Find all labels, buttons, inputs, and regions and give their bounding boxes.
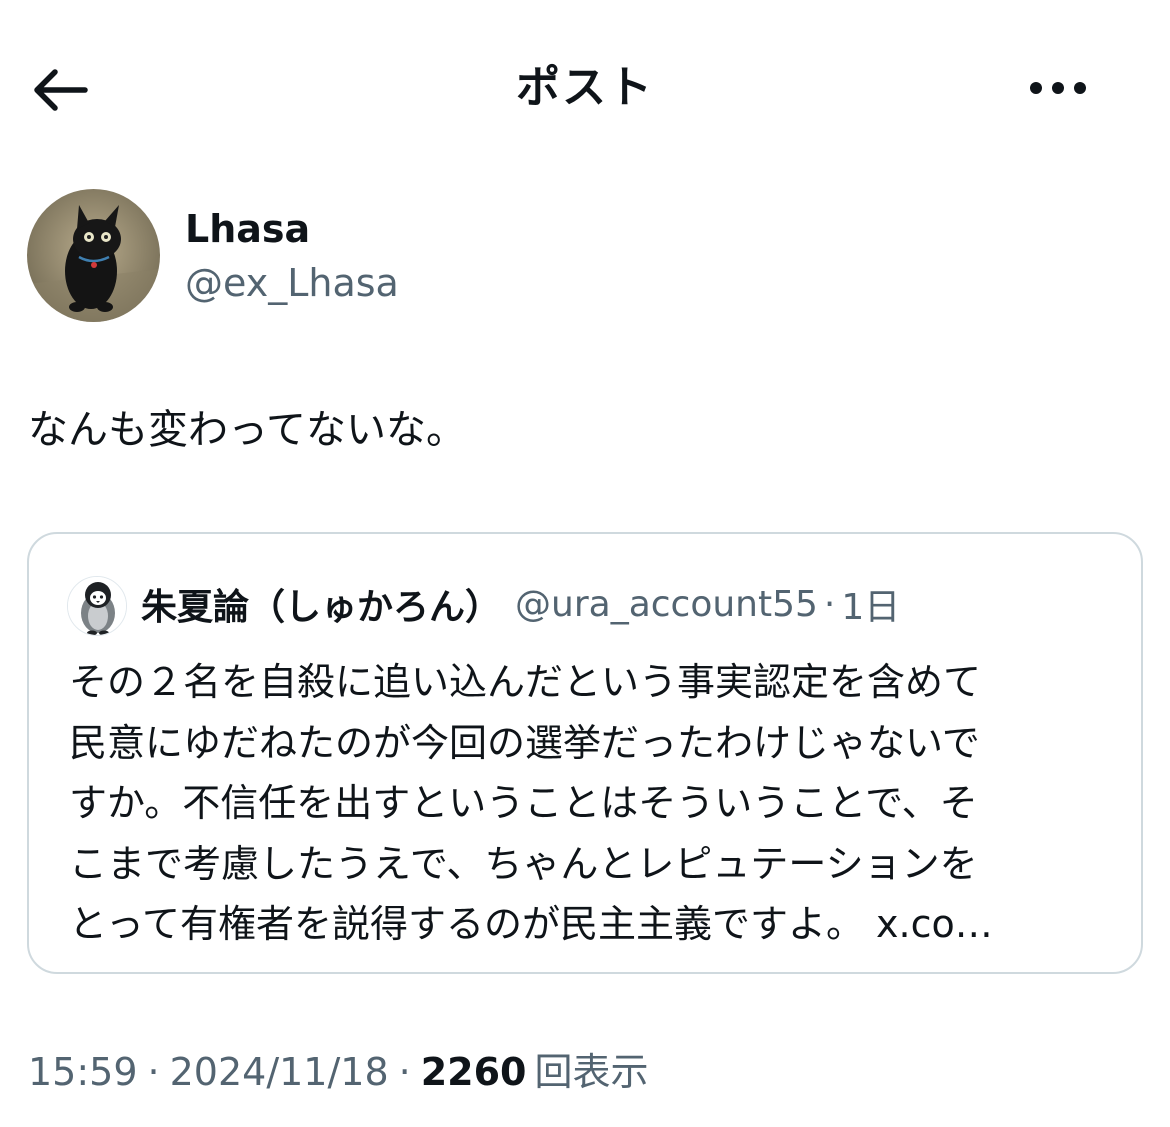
- quoted-text-line: 民意にゆだねたのが今回の選挙だったわけじゃないで: [69, 720, 980, 765]
- quoted-post-text: その２名を自殺に追い込んだという事実認定を含めて 民意にゆだねたのが今回の選挙だ…: [69, 652, 1109, 955]
- quoted-text-line: その２名を自殺に追い込んだという事実認定を含めて: [69, 660, 982, 704]
- post-date[interactable]: 2024/11/18: [170, 1046, 389, 1098]
- author-avatar[interactable]: [27, 189, 160, 322]
- post-time[interactable]: 15:59: [28, 1046, 138, 1098]
- author-name[interactable]: Lhasa: [185, 203, 310, 255]
- author-handle[interactable]: @ex_Lhasa: [185, 257, 399, 309]
- dot-separator: ·: [823, 583, 836, 625]
- quoted-text-line: すか。不信任を出すということはそういうことで、そ: [69, 781, 978, 825]
- view-count-label[interactable]: 回表示: [535, 1046, 649, 1098]
- page-title: ポスト: [516, 62, 654, 113]
- quoted-post[interactable]: 朱夏論（しゅかろん） @ura_account55 · 1日 その２名を自殺に追…: [27, 532, 1143, 974]
- quoted-post-header: 朱夏論（しゅかろん） @ura_account55 · 1日: [141, 574, 900, 634]
- top-bar: ポスト: [0, 0, 1170, 175]
- quoted-text-line: こまで考慮したうえで、ちゃんとレピュテーションを: [69, 841, 978, 886]
- more-button[interactable]: [1022, 58, 1094, 118]
- quoted-author-handle[interactable]: @ura_account55: [515, 584, 818, 625]
- quoted-author-name[interactable]: 朱夏論（しゅかろん）: [141, 578, 501, 630]
- dot-separator: ·: [147, 1050, 160, 1094]
- view-count[interactable]: 2260: [421, 1046, 527, 1098]
- penguin-avatar: [68, 577, 126, 635]
- quoted-post-time[interactable]: 1日: [841, 578, 900, 630]
- more-horizontal-icon: [1030, 82, 1086, 94]
- black-cat-avatar: [27, 189, 160, 322]
- quoted-author-avatar[interactable]: [67, 576, 127, 636]
- post-detail-page: ポスト Lhasa @ex_Lhasa なんも変わってないな。 朱夏論（しゅかろ…: [0, 0, 1170, 1127]
- post-meta: 15:59 · 2024/11/18 · 2260 回表示: [28, 1046, 649, 1098]
- dot-separator: ·: [398, 1050, 411, 1094]
- quoted-text-line: とって有権者を説得するのが民主主義ですよ。 x.co…: [69, 902, 993, 946]
- post-text: なんも変わってないな。: [28, 407, 466, 453]
